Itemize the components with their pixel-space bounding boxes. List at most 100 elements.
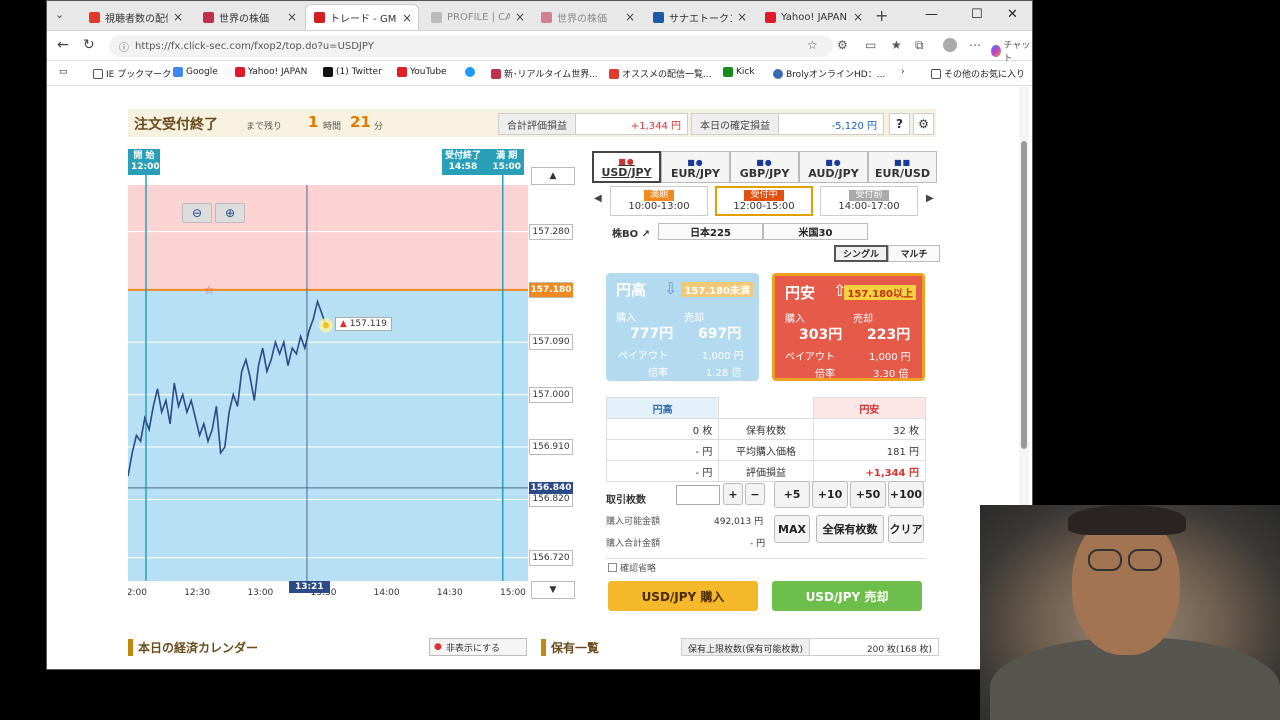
zoom-out-button[interactable]: ⊖ [182, 203, 212, 223]
mode-single-button[interactable]: シングル [834, 245, 888, 262]
external-link-icon: ↗ [641, 229, 650, 240]
high-sell-price[interactable]: 697円 [698, 323, 741, 343]
maximize-icon[interactable]: ☐ [971, 7, 983, 22]
qty-label: 取引枚数 [606, 495, 646, 506]
scroll-up-button[interactable]: ▲ [531, 167, 575, 185]
high-card[interactable]: 円高 ⇩ 157.180未満 購入 売却 777円 697円 ペイアウト 1,0… [606, 273, 759, 381]
bookmark-yahoo[interactable]: Yahoo! JAPAN [235, 67, 307, 77]
tab-6[interactable]: Yahoo! JAPAN × [757, 4, 869, 30]
bookmark-ie[interactable]: IE ブックマーク [93, 67, 171, 80]
session-1[interactable]: 受付中 12:00-15:00 [715, 186, 813, 216]
close-icon[interactable]: × [173, 10, 183, 24]
minimize-icon[interactable]: — [925, 7, 938, 22]
all-holdings-button[interactable]: 全保有枚数 [816, 515, 884, 543]
scrollbar-thumb[interactable] [1021, 141, 1027, 449]
sell-button[interactable]: USD/JPY 売却 [772, 581, 922, 611]
triangle-down-icon: ▼ [549, 585, 557, 595]
quick-add-10[interactable]: +10 [812, 481, 848, 508]
low-sell-price[interactable]: 223円 [867, 324, 910, 344]
hide-label: 非表示にする [445, 643, 500, 654]
quick-add-5[interactable]: +5 [774, 481, 810, 508]
ccy-usdjpy[interactable]: ■● USD/JPY [592, 151, 661, 183]
ccy-eurjpy[interactable]: ■● EUR/JPY [661, 151, 730, 183]
close-window-icon[interactable]: ✕ [1007, 7, 1018, 22]
tab-us30[interactable]: 米国30 [763, 223, 868, 240]
tab-list-icon[interactable]: ⌄ [55, 8, 64, 21]
url-field[interactable]: ⓘ https://fx.click-sec.com/fxop2/top.do?u… [109, 35, 833, 57]
reading-list-icon[interactable]: ▭ [59, 67, 68, 77]
bookmark-label: オススメの配信一覧... [622, 70, 712, 80]
low-card[interactable]: 円安 ⇧ 157.180以上 購入 売却 303円 223円 ペイアウト 1,0… [772, 273, 925, 381]
confirm-skip-checkbox[interactable]: 確認省略 [608, 561, 656, 574]
tab-0[interactable]: 視聴者数の配信ー × [81, 4, 189, 30]
tab-5[interactable]: サナエトークン協力の × [645, 4, 753, 30]
extensions-icon[interactable]: ⚙ [837, 38, 848, 52]
close-icon[interactable]: × [515, 10, 525, 24]
scroll-down-button[interactable]: ▼ [531, 581, 575, 599]
clear-button[interactable]: クリア [888, 515, 924, 543]
tab-3[interactable]: PROFILE | CANC × [423, 4, 531, 30]
tab-4[interactable]: 世界の株価 × [533, 4, 641, 30]
tab-1[interactable]: 世界の株価 × [195, 4, 303, 30]
help-button[interactable]: ? [889, 113, 910, 135]
mode-multi-button[interactable]: マルチ [888, 245, 940, 262]
bookmark-realtime[interactable]: 新･リアルタイム世界... [491, 67, 598, 80]
stock-bo-link[interactable]: 株BO ↗ [612, 225, 650, 240]
session-0[interactable]: 満期 10:00-13:00 [610, 186, 708, 216]
ccy-eurusd[interactable]: ■■ EUR/USD [868, 151, 937, 183]
tab-2[interactable]: トレード - GMOクリ × [305, 4, 419, 30]
bookmark-youtube[interactable]: YouTube [397, 67, 447, 77]
bookmark-broly[interactable]: Brolyオンライン​HD：... [773, 67, 885, 80]
low-buy-price[interactable]: 303円 [799, 324, 842, 344]
bookmark-twitter[interactable]: (1) Twitter [323, 67, 382, 77]
chart-icon [491, 68, 501, 79]
close-icon[interactable]: × [402, 11, 412, 25]
copilot-button[interactable]: チャット [991, 38, 1032, 64]
favorite-star-icon[interactable]: ☆ [807, 38, 818, 52]
quick-add-100[interactable]: +100 [888, 481, 924, 508]
more-icon[interactable]: ⋯ [969, 38, 981, 52]
chevron-right-icon[interactable]: › [901, 67, 905, 77]
bookmark-kick[interactable]: Kick [723, 67, 755, 77]
hide-calendar-button[interactable]: ● 非表示にする [429, 638, 527, 656]
back-icon[interactable]: ← [57, 37, 69, 53]
buy-button[interactable]: USD/JPY 購入 [608, 581, 758, 611]
bookmark-osusume[interactable]: オススメの配信一覧... [609, 67, 712, 80]
high-buy-price[interactable]: 777円 [630, 323, 673, 343]
qty-plus-button[interactable]: + [723, 483, 743, 505]
qty-minus-button[interactable]: − [745, 483, 765, 505]
info-icon[interactable]: ⓘ [119, 39, 129, 54]
zoom-in-button[interactable]: ⊕ [215, 203, 245, 223]
session-2[interactable]: 受付前 14:00-17:00 [820, 186, 918, 216]
qty-input[interactable] [676, 485, 720, 505]
settings-button[interactable]: ⚙ [913, 113, 934, 135]
collections-icon[interactable]: ⧉ [915, 38, 924, 53]
session-next-icon[interactable]: ▶ [926, 193, 934, 204]
cell-high: - 円 [605, 460, 720, 482]
max-button[interactable]: MAX [774, 515, 810, 543]
high-rate-value: 1.28 倍 [706, 368, 742, 379]
new-tab-icon[interactable]: + [875, 6, 888, 25]
close-icon[interactable]: × [737, 10, 747, 24]
arrow-down-icon: ⇩ [664, 279, 678, 298]
ccy-label: EUR/JPY [670, 167, 721, 180]
start-time: 12:00 [131, 162, 160, 172]
other-favorites[interactable]: その他のお気に入り [931, 67, 1025, 80]
session-prev-icon[interactable]: ◀ [594, 193, 602, 204]
tab-label: サナエトークン協力の [669, 13, 732, 25]
profile-avatar[interactable] [943, 38, 957, 52]
ccy-gbpjpy[interactable]: ■● GBP/JPY [730, 151, 799, 183]
split-screen-icon[interactable]: ▭ [865, 38, 876, 52]
bookmark-label: Kick [736, 67, 755, 77]
close-icon[interactable]: × [287, 10, 297, 24]
close-icon[interactable]: × [853, 10, 863, 24]
favorites-icon[interactable]: ★ [891, 38, 902, 52]
bookmark-twitter-bird[interactable] [465, 67, 475, 77]
tab-nikkei225[interactable]: 日本225 [658, 223, 763, 240]
ccy-audjpy[interactable]: ■● AUD/JPY [799, 151, 868, 183]
bookmark-google[interactable]: Google [173, 67, 218, 77]
refresh-icon[interactable]: ↻ [83, 37, 95, 53]
close-icon[interactable]: × [625, 10, 635, 24]
price-chart[interactable]: ☆ 12:0012:3013:0013:3014:0014:3015:00 開 … [121, 143, 578, 603]
quick-add-50[interactable]: +50 [850, 481, 886, 508]
